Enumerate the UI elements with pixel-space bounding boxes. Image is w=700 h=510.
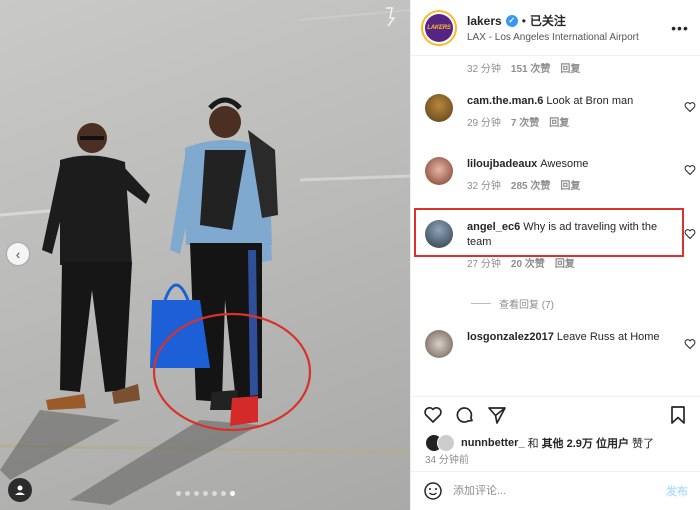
post-actions-bar <box>411 396 700 432</box>
airport-tarmac-photo <box>0 9 410 505</box>
post-header: LAKERS lakers ✓ • 已关注 LAX - Los Angeles … <box>411 0 700 56</box>
like-comment-heart-icon[interactable] <box>684 101 696 113</box>
emoji-icon[interactable] <box>423 481 443 501</box>
like-comment-heart-icon[interactable] <box>684 228 696 240</box>
reply-button[interactable]: 回复 <box>549 116 569 131</box>
separator: • <box>521 13 526 28</box>
like-comment-heart-icon[interactable] <box>684 164 696 176</box>
carousel-prev-button[interactable]: ‹ <box>7 243 29 265</box>
carousel-dot[interactable] <box>184 491 190 496</box>
post-location[interactable]: LAX - Los Angeles International Airport <box>467 32 670 43</box>
highlight-box <box>414 208 684 257</box>
tagged-users-button[interactable] <box>8 478 32 502</box>
carousel-dot[interactable] <box>193 491 199 496</box>
carousel-dot[interactable] <box>202 491 208 496</box>
likes-count-link[interactable]: 其他 2.9万 位用户 <box>542 435 629 451</box>
reply-button[interactable]: 回复 <box>560 179 580 194</box>
comment-username[interactable]: liloujbadeaux <box>467 158 537 170</box>
liker-avatar[interactable] <box>437 434 455 452</box>
comment-meta: 32 分钟 151 次赞 回复 <box>467 60 580 75</box>
commenter-avatar[interactable] <box>425 157 453 185</box>
comment-username[interactable]: losgonzalez2017 <box>467 331 554 343</box>
comments-list: 32 分钟 151 次赞 回复 cam.the.man.6 Look at Bro… <box>411 56 700 396</box>
commenter-avatar[interactable] <box>425 94 453 122</box>
reply-button[interactable]: 回复 <box>555 257 575 272</box>
lakers-watermark-icon <box>386 7 396 27</box>
carousel-dot[interactable] <box>211 491 217 496</box>
comment-text: Leave Russ at Home <box>556 331 660 343</box>
like-comment-heart-icon[interactable] <box>684 338 696 350</box>
user-icon <box>15 485 25 495</box>
likes-summary: nunnbetter_ 和 其他 2.9万 位用户 赞了 <box>411 432 700 454</box>
post-side-panel: LAKERS lakers ✓ • 已关注 LAX - Los Angeles … <box>410 0 700 510</box>
carousel-dot[interactable] <box>229 491 235 496</box>
comment-icon[interactable] <box>455 405 475 425</box>
carousel-dots <box>0 491 410 496</box>
carousel-dot[interactable] <box>220 491 226 496</box>
comment-text: Look at Bron man <box>546 95 634 107</box>
commenter-avatar[interactable] <box>425 330 453 358</box>
post-timestamp: 34 分钟前 <box>411 454 700 472</box>
comment-input[interactable] <box>453 485 656 497</box>
comment-username[interactable]: cam.the.man.6 <box>467 95 543 107</box>
more-options-icon[interactable]: ••• <box>670 20 690 36</box>
comment-text: Awesome <box>540 158 589 170</box>
comment-item: cam.the.man.6 Look at Bron man 29 分钟 7 次赞… <box>425 94 690 131</box>
comment-item: liloujbadeaux Awesome 32 分钟 285 次赞 回复 <box>425 157 690 194</box>
verified-badge-icon: ✓ <box>505 14 518 27</box>
following-button[interactable]: 已关注 <box>530 12 566 29</box>
reply-button[interactable]: 回复 <box>560 60 580 75</box>
share-icon[interactable] <box>487 405 507 425</box>
post-username[interactable]: lakers <box>467 14 502 28</box>
chevron-left-icon: ‹ <box>15 246 21 262</box>
post-photo[interactable]: ‹ <box>0 0 410 510</box>
liker-username[interactable]: nunnbetter_ <box>461 437 525 449</box>
post-view: ‹ LAKERS lakers ✓ • 已关注 LAX - Los Angele… <box>0 0 700 510</box>
comment-item: losgonzalez2017 Leave Russ at Home <box>425 330 690 358</box>
post-comment-button[interactable]: 发布 <box>666 483 688 499</box>
bookmark-icon[interactable] <box>668 405 688 425</box>
view-replies-button[interactable]: 查看回复 (7) <box>471 296 554 311</box>
carousel-dot[interactable] <box>175 491 181 496</box>
lakers-avatar[interactable]: LAKERS <box>421 9 457 46</box>
heart-icon[interactable] <box>423 405 443 425</box>
add-comment-bar: 发布 <box>411 472 700 510</box>
